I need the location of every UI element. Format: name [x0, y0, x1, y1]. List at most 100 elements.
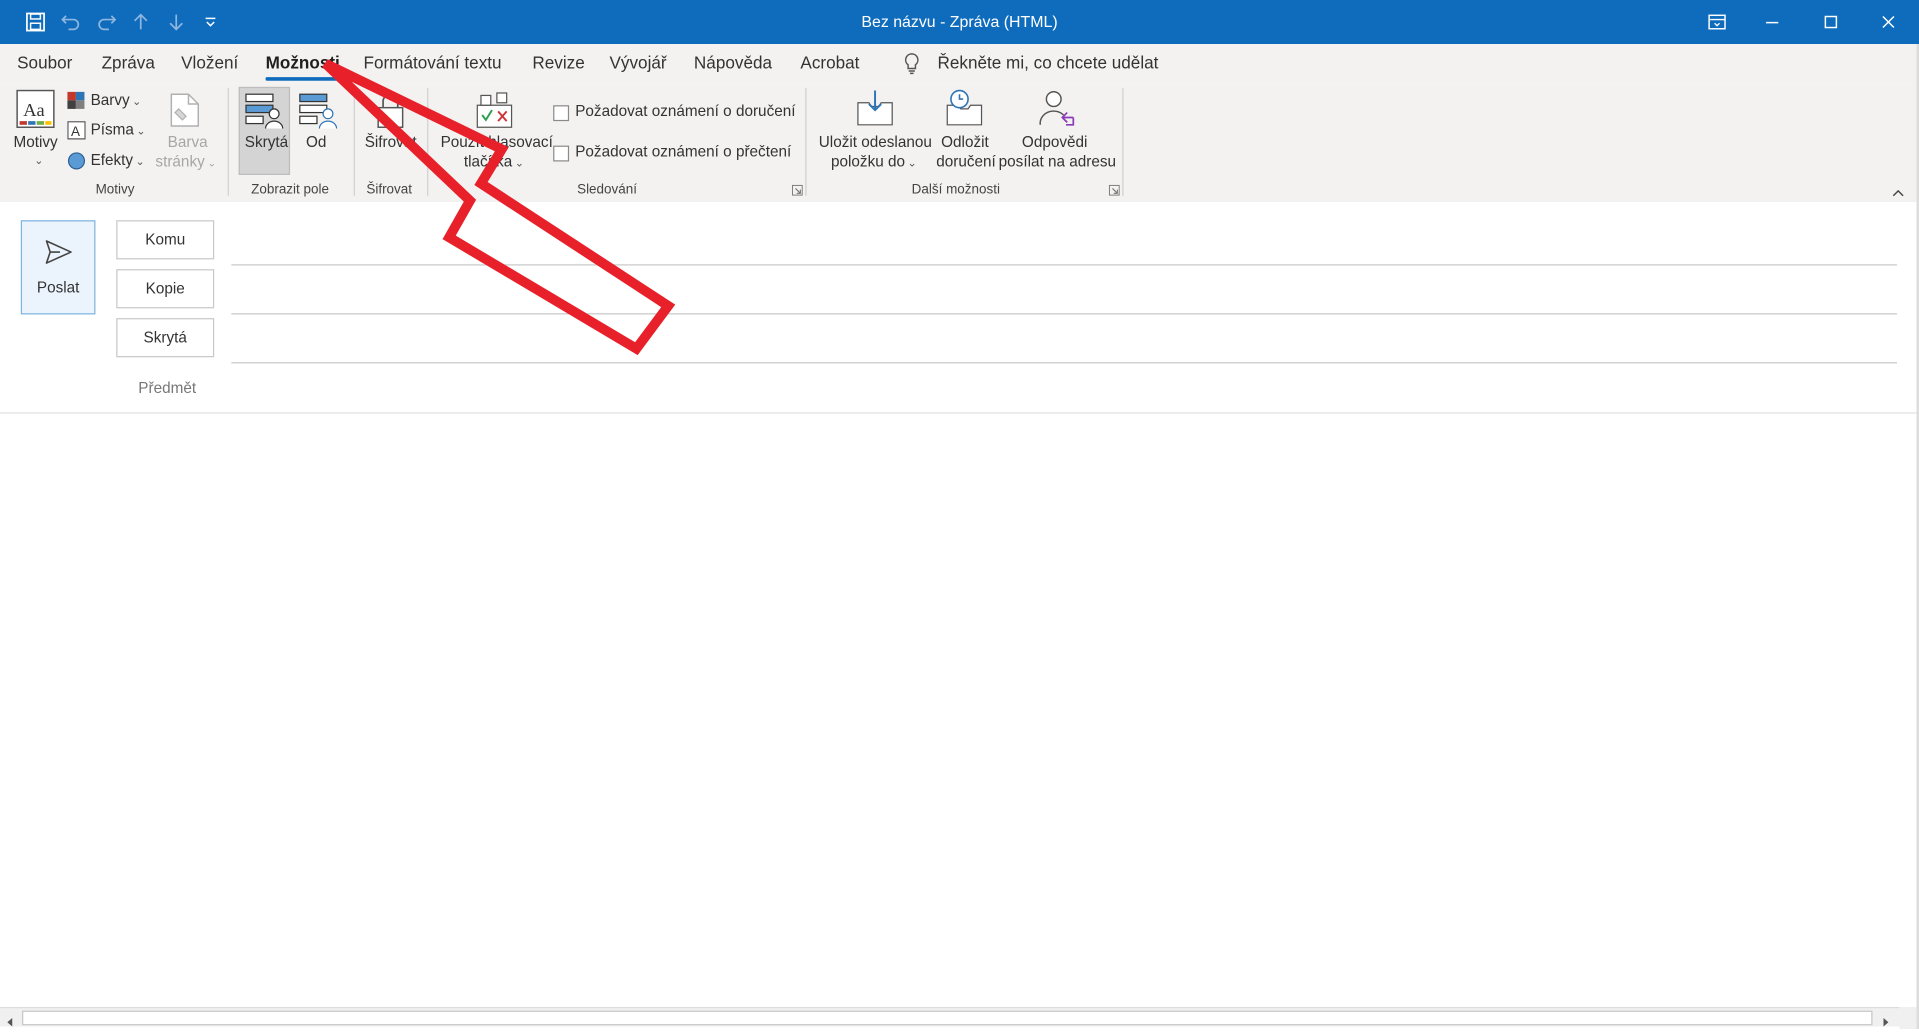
- group-separator: [805, 88, 807, 196]
- chevron-down-icon: ⌄: [132, 95, 142, 108]
- compose-area: Poslat Komu Kopie Skrytá Předmět: [0, 201, 1919, 1029]
- cc-input[interactable]: [231, 273, 1897, 310]
- header-divider: [0, 412, 1919, 414]
- tab-vlozeni[interactable]: Vložení: [181, 53, 238, 73]
- scroll-thumb[interactable]: [22, 1010, 1873, 1026]
- to-input[interactable]: [231, 224, 1897, 261]
- direct-replies-label-2: posílat na adresu: [998, 152, 1117, 171]
- encrypt-button[interactable]: Šifrovat: [365, 133, 417, 150]
- close-icon[interactable]: [1870, 7, 1907, 36]
- delay-delivery-label-2: doručení: [936, 152, 996, 171]
- chevron-down-icon: ⌄: [135, 155, 145, 168]
- ribbon: Aa Motivy ⌄ Barvy ⌄ A Písma ⌄ Efekty ⌄ Barv…: [0, 83, 1919, 204]
- voting-buttons-button[interactable]: Použít hlasovací: [441, 133, 553, 150]
- fonts-label: Písma: [90, 121, 134, 139]
- to-button[interactable]: Komu: [116, 220, 215, 260]
- page-color-line2: stránky ⌄: [155, 153, 216, 170]
- send-icon: [44, 239, 73, 272]
- save-sent-item-icon[interactable]: [854, 88, 896, 133]
- to-field-underline: [231, 264, 1897, 266]
- chevron-down-icon: ⌄: [136, 124, 146, 138]
- chevron-down-icon: ⌄: [514, 156, 524, 169]
- delay-delivery-icon[interactable]: [944, 88, 986, 133]
- cc-field-underline: [231, 313, 1897, 315]
- horizontal-scrollbar[interactable]: [0, 1006, 1900, 1027]
- delay-delivery-button[interactable]: Odložit: [941, 133, 989, 150]
- voting-buttons-label-2: tlačítka: [463, 152, 513, 171]
- tab-soubor[interactable]: Soubor: [17, 53, 72, 73]
- colors-label: Barvy: [90, 91, 130, 109]
- save-sent-item-button[interactable]: Uložit odeslanou: [819, 133, 932, 150]
- svg-text:Aa: Aa: [23, 100, 44, 120]
- group-label-sledovani: Sledování: [577, 182, 637, 197]
- save-sent-item-label-2: položku do: [830, 152, 905, 171]
- ribbon-display-options-icon[interactable]: [1699, 7, 1736, 36]
- read-receipt-checkbox[interactable]: [553, 145, 570, 162]
- fonts-icon: A: [67, 121, 86, 145]
- themes-button[interactable]: Motivy: [13, 133, 57, 150]
- themes-chevron-down-icon[interactable]: ⌄: [32, 150, 43, 167]
- bcc-field-icon: [245, 93, 284, 136]
- title-bar: Bez názvu - Zpráva (HTML): [0, 0, 1919, 45]
- chevron-down-icon: ⌄: [907, 156, 917, 169]
- scroll-left-icon[interactable]: [5, 1012, 15, 1034]
- maximize-icon[interactable]: [1813, 7, 1850, 36]
- group-label-motivy: Motivy: [95, 182, 135, 197]
- page-color-icon: [169, 92, 201, 135]
- delivery-receipt-label[interactable]: Požadovat oznámení o doručení: [575, 103, 795, 120]
- effects-label: Efekty: [90, 151, 134, 169]
- message-body[interactable]: [0, 415, 1899, 1005]
- group-separator: [427, 88, 429, 196]
- group-separator: [353, 88, 355, 196]
- group-label-zobrazit-pole: Zobrazit pole: [251, 182, 329, 197]
- subject-label: Předmět: [138, 379, 197, 397]
- bcc-button[interactable]: Skrytá: [116, 318, 215, 358]
- tab-moznosti[interactable]: Možnosti: [265, 53, 340, 81]
- cc-button[interactable]: Kopie: [116, 269, 215, 309]
- colors-icon: [67, 91, 85, 116]
- tab-formatovani-textu[interactable]: Formátování textu: [363, 53, 501, 73]
- tab-napoveda[interactable]: Nápověda: [694, 53, 772, 73]
- themes-icon[interactable]: Aa: [15, 89, 57, 134]
- group-separator: [1122, 88, 1124, 196]
- group-label-dalsi-moznosti: Další možnosti: [911, 182, 1000, 197]
- direct-replies-icon[interactable]: [1037, 88, 1079, 136]
- group-label-sifrovat: Šifrovat: [366, 182, 413, 197]
- tab-vyvojar[interactable]: Vývojář: [609, 53, 666, 73]
- dialog-launcher-icon[interactable]: [791, 184, 803, 198]
- lock-icon[interactable]: [374, 91, 406, 136]
- minimize-icon[interactable]: [1754, 7, 1791, 36]
- save-sent-item-line2: položku do ⌄: [831, 153, 917, 170]
- fonts-button[interactable]: Písma ⌄: [91, 121, 146, 138]
- subject-input[interactable]: [231, 371, 1897, 408]
- send-button[interactable]: Poslat: [20, 220, 96, 315]
- chevron-down-icon: ⌄: [207, 156, 217, 169]
- from-button[interactable]: Od: [306, 133, 326, 150]
- page-color-button[interactable]: Barva: [168, 133, 208, 150]
- lightbulb-icon: [902, 51, 922, 82]
- voting-buttons-icon[interactable]: [475, 91, 514, 136]
- from-field-icon[interactable]: [299, 93, 338, 136]
- window-title: Bez názvu - Zpráva (HTML): [861, 12, 1058, 31]
- group-separator: [227, 88, 229, 196]
- effects-button[interactable]: Efekty ⌄: [91, 152, 145, 169]
- bcc-input[interactable]: [231, 322, 1897, 359]
- dialog-launcher-icon[interactable]: [1108, 184, 1120, 198]
- tell-me-search[interactable]: Řekněte mi, co chcete udělat: [937, 53, 1158, 73]
- tab-acrobat[interactable]: Acrobat: [800, 53, 859, 73]
- send-label: Poslat: [36, 278, 80, 297]
- scroll-right-icon[interactable]: [1881, 1012, 1891, 1034]
- effects-icon: [67, 152, 86, 176]
- tab-zprava[interactable]: Zpráva: [102, 53, 155, 73]
- svg-text:A: A: [71, 124, 80, 139]
- direct-replies-button[interactable]: Odpovědi: [1022, 133, 1087, 150]
- voting-buttons-line2: tlačítka ⌄: [464, 153, 524, 170]
- colors-button[interactable]: Barvy ⌄: [91, 92, 142, 109]
- tab-revize[interactable]: Revize: [532, 53, 584, 73]
- ribbon-tabs: Soubor Zpráva Vložení Možnosti Formátová…: [0, 44, 1919, 84]
- bcc-label: Skrytá: [244, 133, 289, 151]
- page-color-label-2: stránky: [155, 152, 205, 171]
- read-receipt-label[interactable]: Požadovat oznámení o přečtení: [575, 143, 791, 160]
- delivery-receipt-checkbox[interactable]: [553, 105, 570, 122]
- bcc-field-underline: [231, 362, 1897, 364]
